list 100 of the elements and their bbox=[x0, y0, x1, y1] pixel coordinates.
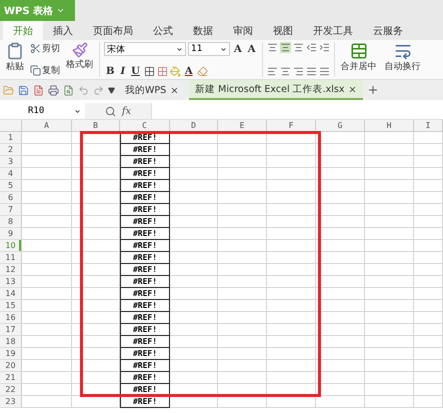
row-header[interactable]: 11 bbox=[0, 252, 22, 264]
table-cell bbox=[267, 180, 316, 192]
ribbon-tab[interactable]: 公式 bbox=[143, 21, 183, 40]
table-cell bbox=[170, 324, 218, 336]
column-header[interactable]: D bbox=[170, 120, 218, 132]
table-cell bbox=[218, 288, 267, 300]
table-cell bbox=[170, 360, 218, 372]
table-cell bbox=[170, 240, 218, 252]
table-cell bbox=[170, 168, 218, 180]
row-header[interactable]: 23 bbox=[0, 396, 22, 408]
fill-color-icon bbox=[170, 66, 181, 77]
ribbon-tab[interactable]: 审阅 bbox=[223, 21, 263, 40]
column-header[interactable]: I bbox=[414, 120, 443, 132]
table-cell bbox=[316, 300, 365, 312]
table-cell bbox=[22, 288, 72, 300]
shrink-font-button[interactable]: A bbox=[246, 44, 258, 54]
table-cell bbox=[365, 348, 414, 360]
wrap-text-button[interactable]: 自动换行 bbox=[382, 42, 423, 77]
row-header[interactable]: 16 bbox=[0, 312, 22, 324]
ribbon-tab[interactable]: 数据 bbox=[183, 21, 223, 40]
row-header[interactable]: 5 bbox=[0, 180, 22, 192]
select-all-corner[interactable] bbox=[0, 120, 22, 132]
font-name-select[interactable]: 宋体 bbox=[104, 42, 186, 56]
table-cell bbox=[72, 192, 120, 204]
column-header[interactable]: A bbox=[22, 120, 72, 132]
row-header[interactable]: 20 bbox=[0, 360, 22, 372]
undo-icon bbox=[78, 84, 89, 96]
ribbon-tab[interactable]: 云服务 bbox=[363, 21, 413, 40]
column-header[interactable]: E bbox=[218, 120, 267, 132]
table-cell bbox=[365, 240, 414, 252]
formula-input[interactable] bbox=[151, 103, 443, 119]
table-cell bbox=[218, 144, 267, 156]
row-header[interactable]: 18 bbox=[0, 336, 22, 348]
table-cell bbox=[218, 336, 267, 348]
table-cell: #REF! bbox=[120, 192, 170, 204]
table-cell bbox=[267, 204, 316, 216]
row-header[interactable]: 1 bbox=[0, 132, 22, 144]
column-header[interactable]: G bbox=[316, 120, 365, 132]
row-header[interactable]: 4 bbox=[0, 168, 22, 180]
table-cell bbox=[218, 192, 267, 204]
column-header[interactable]: B bbox=[72, 120, 120, 132]
table-cell bbox=[22, 132, 72, 144]
row-header[interactable]: 6 bbox=[0, 192, 22, 204]
font-size-select[interactable]: 11 bbox=[188, 42, 230, 56]
underline-button[interactable]: U bbox=[129, 66, 142, 77]
italic-button[interactable]: I bbox=[118, 66, 128, 77]
format-painter-button[interactable]: 格式刷 bbox=[64, 42, 95, 77]
indent-icon bbox=[318, 42, 330, 53]
table-cell bbox=[365, 276, 414, 288]
table-cell bbox=[218, 324, 267, 336]
table-cell: #REF! bbox=[120, 216, 170, 228]
table-cell bbox=[218, 132, 267, 144]
table-cell bbox=[72, 336, 120, 348]
table-cell bbox=[414, 324, 443, 336]
row-header[interactable]: 22 bbox=[0, 384, 22, 396]
table-cell bbox=[170, 144, 218, 156]
column-header[interactable]: H bbox=[365, 120, 414, 132]
table-cell bbox=[316, 252, 365, 264]
table-cell bbox=[22, 228, 72, 240]
table-cell bbox=[414, 348, 443, 360]
row-header[interactable]: 2 bbox=[0, 144, 22, 156]
copy-button[interactable]: 复制 bbox=[29, 64, 61, 77]
print-icon bbox=[48, 84, 59, 96]
font-color-button[interactable]: A bbox=[182, 66, 195, 77]
row-header[interactable]: 15 bbox=[0, 300, 22, 312]
row-header[interactable]: 14 bbox=[0, 288, 22, 300]
table-cell bbox=[414, 132, 443, 144]
row-header[interactable]: 12 bbox=[0, 264, 22, 276]
merge-center-button[interactable]: 合并居中 bbox=[338, 42, 379, 77]
row-header[interactable]: 17 bbox=[0, 324, 22, 336]
document-tab[interactable]: 新建 Microsoft Excel 工作表.xlsx bbox=[189, 80, 364, 100]
bold-button[interactable]: B bbox=[104, 66, 116, 77]
table-cell: #REF! bbox=[120, 348, 170, 360]
ribbon-tab[interactable]: 开发工具 bbox=[303, 21, 363, 40]
row-header[interactable]: 10 bbox=[0, 240, 22, 252]
column-header[interactable]: F bbox=[267, 120, 316, 132]
row-header[interactable]: 3 bbox=[0, 156, 22, 168]
table-cell bbox=[316, 192, 365, 204]
row-header[interactable]: 7 bbox=[0, 204, 22, 216]
table-cell bbox=[72, 252, 120, 264]
row-header[interactable]: 19 bbox=[0, 348, 22, 360]
caret-icon bbox=[176, 46, 183, 52]
grow-font-button[interactable]: A bbox=[232, 44, 244, 54]
name-box[interactable]: R10 bbox=[0, 103, 85, 119]
row-header[interactable]: 21 bbox=[0, 372, 22, 384]
column-header[interactable]: C bbox=[120, 120, 170, 132]
ribbon-tab[interactable]: 插入 bbox=[43, 21, 83, 40]
ribbon-tab[interactable]: 开始 bbox=[3, 21, 43, 40]
ribbon-tab[interactable]: 视图 bbox=[263, 21, 303, 40]
table-cell bbox=[316, 276, 365, 288]
align-right-icon bbox=[292, 66, 304, 77]
cut-button[interactable]: 剪切 bbox=[29, 42, 61, 55]
paste-button[interactable]: 粘贴 bbox=[4, 42, 26, 77]
table-cell bbox=[365, 312, 414, 324]
row-header[interactable]: 9 bbox=[0, 228, 22, 240]
row-header[interactable]: 13 bbox=[0, 276, 22, 288]
row-header[interactable]: 8 bbox=[0, 216, 22, 228]
ribbon-tab[interactable]: 页面布局 bbox=[83, 21, 143, 40]
table-cell bbox=[22, 372, 72, 384]
table-cell bbox=[267, 396, 316, 408]
